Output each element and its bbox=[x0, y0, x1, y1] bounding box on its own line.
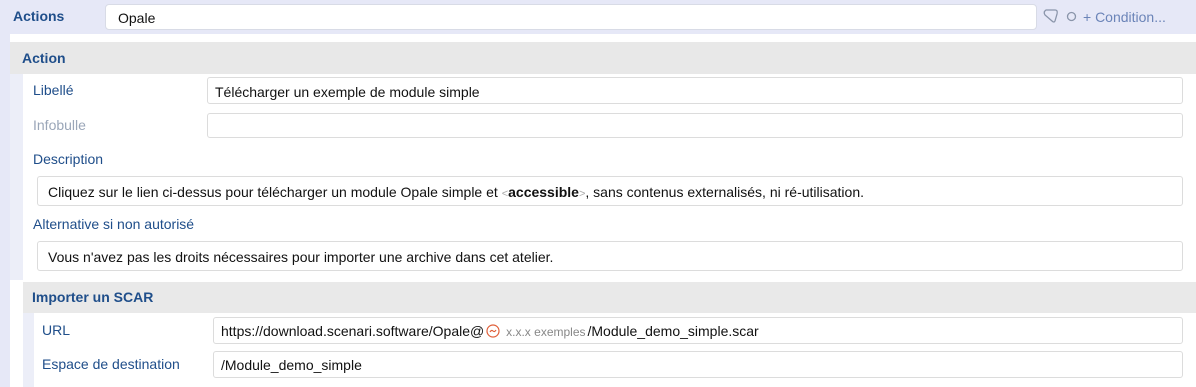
outer-rail bbox=[0, 34, 10, 387]
url-suffix: /Module_demo_simple.scar bbox=[587, 323, 759, 339]
url-label: URL bbox=[42, 322, 71, 338]
import-scar-section-title: Importer un SCAR bbox=[32, 289, 154, 305]
import-scar-section-header: Importer un SCAR bbox=[23, 282, 1196, 313]
actions-title: Actions bbox=[13, 8, 65, 24]
url-prefix: https://download.scenari.software/Opale@ bbox=[221, 323, 485, 339]
description-bold-accessible: accessible bbox=[508, 184, 579, 200]
circle-icon[interactable] bbox=[1066, 9, 1077, 25]
description-text-end: , sans contenus externalisés, ni ré-util… bbox=[585, 184, 864, 200]
infobulle-label: Infobulle bbox=[33, 117, 86, 133]
url-variable[interactable]: x.x.x exemples bbox=[506, 325, 585, 339]
infobulle-input[interactable] bbox=[207, 113, 1183, 138]
url-field[interactable]: https://download.scenari.software/Opale@… bbox=[213, 317, 1183, 344]
destination-input[interactable]: /Module_demo_simple bbox=[213, 351, 1183, 378]
description-text-start: Cliquez sur le lien ci-dessus pour téléc… bbox=[48, 184, 502, 200]
description-field[interactable]: Cliquez sur le lien ci-dessus pour téléc… bbox=[37, 176, 1183, 206]
destination-label: Espace de destination bbox=[42, 356, 180, 372]
libelle-input[interactable]: Télécharger un exemple de module simple bbox=[207, 77, 1183, 104]
action-rail bbox=[10, 74, 23, 280]
import-rail bbox=[23, 313, 34, 387]
action-section-title: Action bbox=[22, 50, 66, 66]
alternative-field[interactable]: Vous n'avez pas les droits nécessaires p… bbox=[37, 241, 1183, 271]
variable-icon bbox=[486, 324, 500, 341]
header-icons: + Condition... bbox=[1042, 7, 1166, 27]
action-section-header: Action bbox=[10, 42, 1196, 74]
description-label: Description bbox=[33, 151, 104, 167]
libelle-label: Libellé bbox=[33, 82, 74, 98]
add-condition-link[interactable]: + Condition... bbox=[1083, 9, 1166, 25]
condition-shape-icon[interactable] bbox=[1042, 7, 1060, 28]
alternative-label: Alternative si non autorisé bbox=[33, 216, 195, 232]
actions-name-input[interactable]: Opale bbox=[105, 4, 1037, 30]
